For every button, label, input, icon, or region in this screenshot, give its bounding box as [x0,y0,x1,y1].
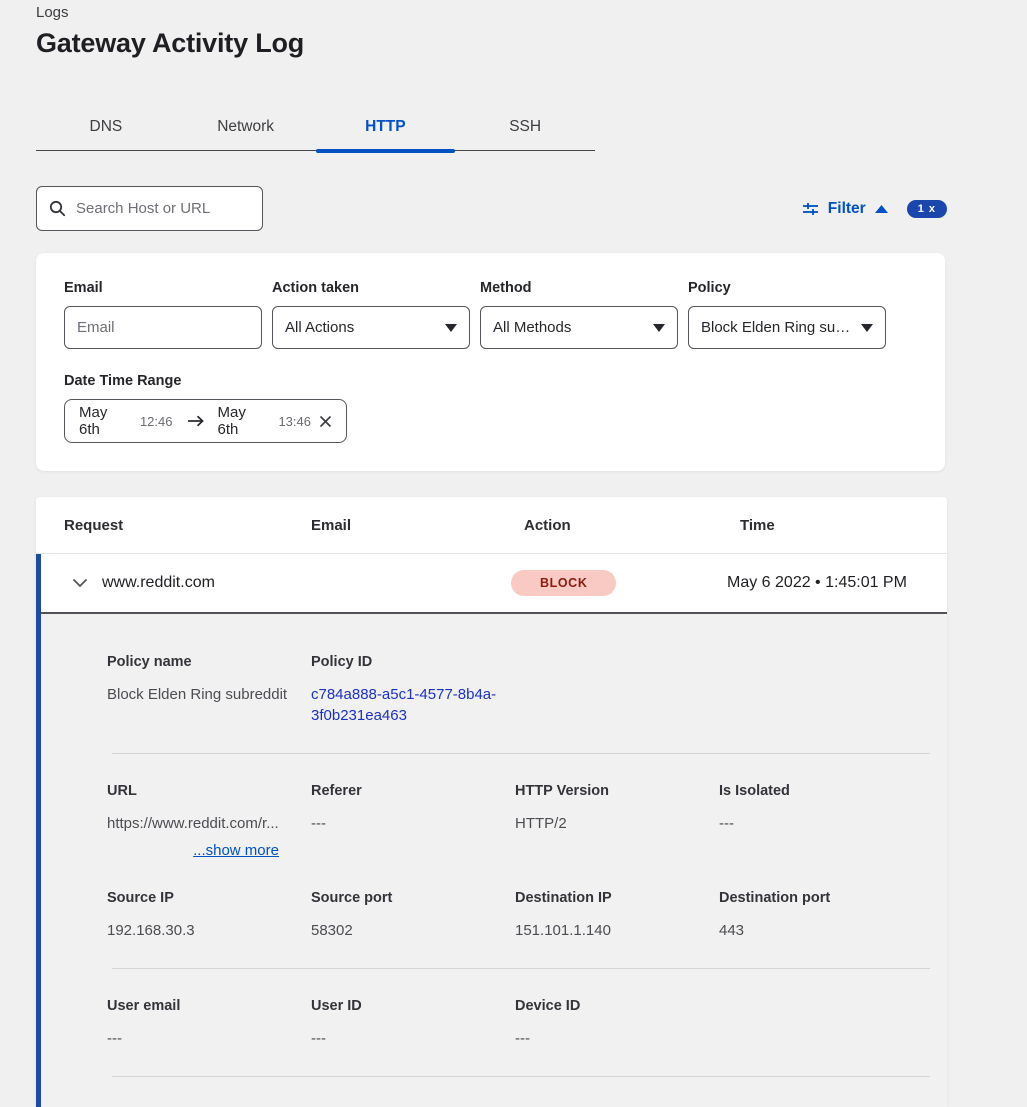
table-row[interactable]: www.reddit.com BLOCK May 6 2022 • 1:45:0… [41,554,947,614]
url-label: URL [107,783,311,799]
policy-filter-label: Policy [688,280,886,296]
chevron-down-icon [861,324,873,332]
destination-port-value: 443 [719,920,923,941]
referer-value: --- [311,813,515,861]
destination-ip-label: Destination IP [515,890,719,906]
action-filter-select[interactable]: All Actions [272,306,470,349]
page: Logs Gateway Activity Log DNS Network HT… [36,0,947,1107]
action-filter-label: Action taken [272,280,470,296]
is-isolated-value: --- [719,813,923,861]
filter-label: Filter [828,200,866,218]
tab-http[interactable]: HTTP [316,108,456,150]
source-ip-value: 192.168.30.3 [107,920,311,941]
page-title: Gateway Activity Log [36,28,947,59]
search-filter-row: Filter 1 x [36,186,947,231]
method-filter-select[interactable]: All Methods [480,306,678,349]
tab-network[interactable]: Network [176,108,316,150]
filter-count-badge[interactable]: 1 x [907,200,947,218]
action-filter-value: All Actions [285,319,354,336]
device-id-label: Device ID [515,998,719,1014]
caret-up-icon [875,205,888,213]
column-header-request: Request [64,517,311,534]
referer-label: Referer [311,783,515,799]
section-divider [112,1076,930,1077]
chevron-down-icon [653,324,665,332]
tab-ssh[interactable]: SSH [455,108,595,150]
detail-network-labels: Source IP Source port Destination IP Des… [107,861,925,906]
row-request-host: www.reddit.com [102,574,511,592]
policy-id-label: Policy ID [311,654,515,670]
detail-user-labels: User email User ID Device ID [107,969,925,1014]
chevron-down-icon[interactable] [72,578,88,588]
url-value: https://www.reddit.com/r... [107,815,279,832]
source-port-value: 58302 [311,920,515,941]
http-version-value: HTTP/2 [515,813,719,861]
show-more-link[interactable]: ...show more [107,840,279,861]
date-range-end-time: 13:46 [278,414,311,429]
filter-sliders-icon [802,201,819,217]
activity-log-table: Request Email Action Time www.reddit.com… [36,497,947,1107]
column-header-time: Time [740,517,775,534]
policy-id-link[interactable]: c784a888-a5c1-4577-8b4a-3f0b231ea463 [311,684,501,726]
breadcrumb[interactable]: Logs [36,0,947,21]
email-filter-input[interactable] [77,319,249,336]
is-isolated-label: Is Isolated [719,783,923,799]
destination-ip-value: 151.101.1.140 [515,920,719,941]
column-header-action: Action [524,517,740,534]
chevron-down-icon [445,324,457,332]
email-filter-label: Email [64,280,262,296]
close-icon[interactable] [319,415,332,428]
arrow-right-icon [187,415,204,427]
filter-field-email: Email [64,280,262,349]
date-range-picker[interactable]: May 6th 12:46 May 6th 13:46 [64,399,347,443]
block-status-badge: BLOCK [511,570,616,596]
filter-toggle[interactable]: Filter 1 x [802,200,947,218]
expanded-row-group: www.reddit.com BLOCK May 6 2022 • 1:45:0… [36,554,947,1107]
filter-field-policy: Policy Block Elden Ring subre... [688,280,886,349]
policy-filter-select[interactable]: Block Elden Ring subre... [688,306,886,349]
table-header: Request Email Action Time [36,497,947,554]
search-box[interactable] [36,186,263,231]
row-time: May 6 2022 • 1:45:01 PM [727,574,907,592]
user-id-label: User ID [311,998,515,1014]
tab-bar: DNS Network HTTP SSH [36,108,595,151]
detail-policy-labels: Policy name Policy ID [107,614,925,670]
row-detail-panel: Policy name Policy ID Block Elden Ring s… [41,614,947,1107]
user-email-value: --- [107,1028,311,1049]
destination-port-label: Destination port [719,890,923,906]
device-id-value: --- [515,1028,719,1049]
detail-http-labels: URL Referer HTTP Version Is Isolated [107,754,925,799]
date-range-end-date: May 6th [218,404,271,438]
filter-field-method: Method All Methods [480,280,678,349]
search-icon [49,200,66,217]
date-range-label: Date Time Range [64,373,917,389]
policy-name-label: Policy name [107,654,311,670]
http-version-label: HTTP Version [515,783,719,799]
source-port-label: Source port [311,890,515,906]
method-filter-value: All Methods [493,319,571,336]
search-input[interactable] [76,200,250,217]
method-filter-label: Method [480,280,678,296]
filter-panel: Email Action taken All Actions Method Al… [36,253,945,471]
date-range-start-time: 12:46 [140,414,173,429]
date-range-start-date: May 6th [79,404,132,438]
user-email-label: User email [107,998,311,1014]
policy-name-value: Block Elden Ring subreddit [107,684,311,726]
user-id-value: --- [311,1028,515,1049]
source-ip-label: Source IP [107,890,311,906]
filter-field-action: Action taken All Actions [272,280,470,349]
tab-dns[interactable]: DNS [36,108,176,150]
column-header-email: Email [311,517,524,534]
policy-filter-value: Block Elden Ring subre... [701,319,855,336]
